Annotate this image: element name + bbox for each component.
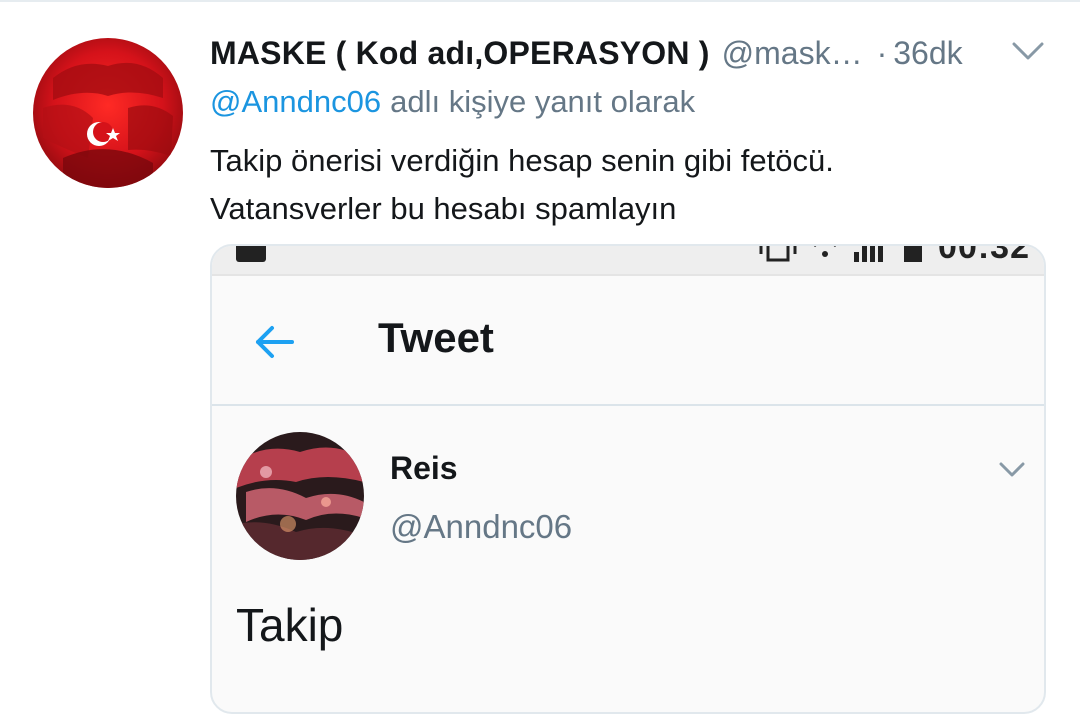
signal-icon	[854, 246, 884, 262]
app-bar-title: Tweet	[378, 314, 494, 361]
avatar-image	[236, 432, 364, 560]
phone-clock: 00:32	[938, 246, 1030, 266]
battery-icon	[904, 246, 923, 262]
quoted-author-avatar[interactable]	[236, 432, 364, 560]
wifi-icon	[814, 246, 837, 257]
reply-context-label: adlı kişiye yanıt olarak	[390, 84, 696, 119]
top-divider	[0, 0, 1080, 2]
app-bar: Tweet	[212, 276, 1044, 406]
tweet-header: MASKE ( Kod adı,OPERASYON ) @mask… · 36d…	[210, 31, 1050, 75]
back-arrow-icon[interactable]	[252, 324, 296, 360]
tweet-text: Takip önerisi verdiğin hesap senin gibi …	[210, 137, 1030, 233]
chevron-down-icon[interactable]	[998, 460, 1026, 480]
quoted-author-name[interactable]: Reis	[390, 450, 458, 487]
reply-mention-link[interactable]: @Anndnc06	[210, 84, 381, 120]
attached-image[interactable]: 00:32 Tweet Reis @Anndnc06 Takip	[210, 244, 1046, 714]
chevron-down-icon[interactable]	[1010, 38, 1046, 64]
avatar-image	[33, 38, 183, 188]
quoted-author-handle[interactable]: @Anndnc06	[390, 508, 572, 546]
reply-context: @Anndnc06 adlı kişiye yanıt olarak	[210, 80, 695, 124]
author-display-name[interactable]: MASKE ( Kod adı,OPERASYON )	[210, 35, 710, 72]
quoted-tweet-text: Takip	[236, 599, 344, 651]
phone-status-bar: 00:32	[212, 246, 1044, 276]
tweet-page: MASKE ( Kod adı,OPERASYON ) @mask… · 36d…	[0, 0, 1080, 718]
header-separator: ·	[876, 34, 888, 71]
status-icons: 00:32	[758, 246, 1030, 266]
tweet-timestamp[interactable]: 36dk	[893, 35, 962, 72]
author-avatar[interactable]	[33, 38, 183, 188]
tweet-text-line-1: Takip önerisi verdiğin hesap senin gibi …	[210, 143, 834, 178]
vibrate-icon	[759, 246, 797, 262]
tweet-text-line-2: Vatansverler bu hesabı spamlayın	[210, 191, 677, 226]
author-handle[interactable]: @mask…	[722, 35, 863, 72]
notification-icon	[236, 246, 266, 262]
